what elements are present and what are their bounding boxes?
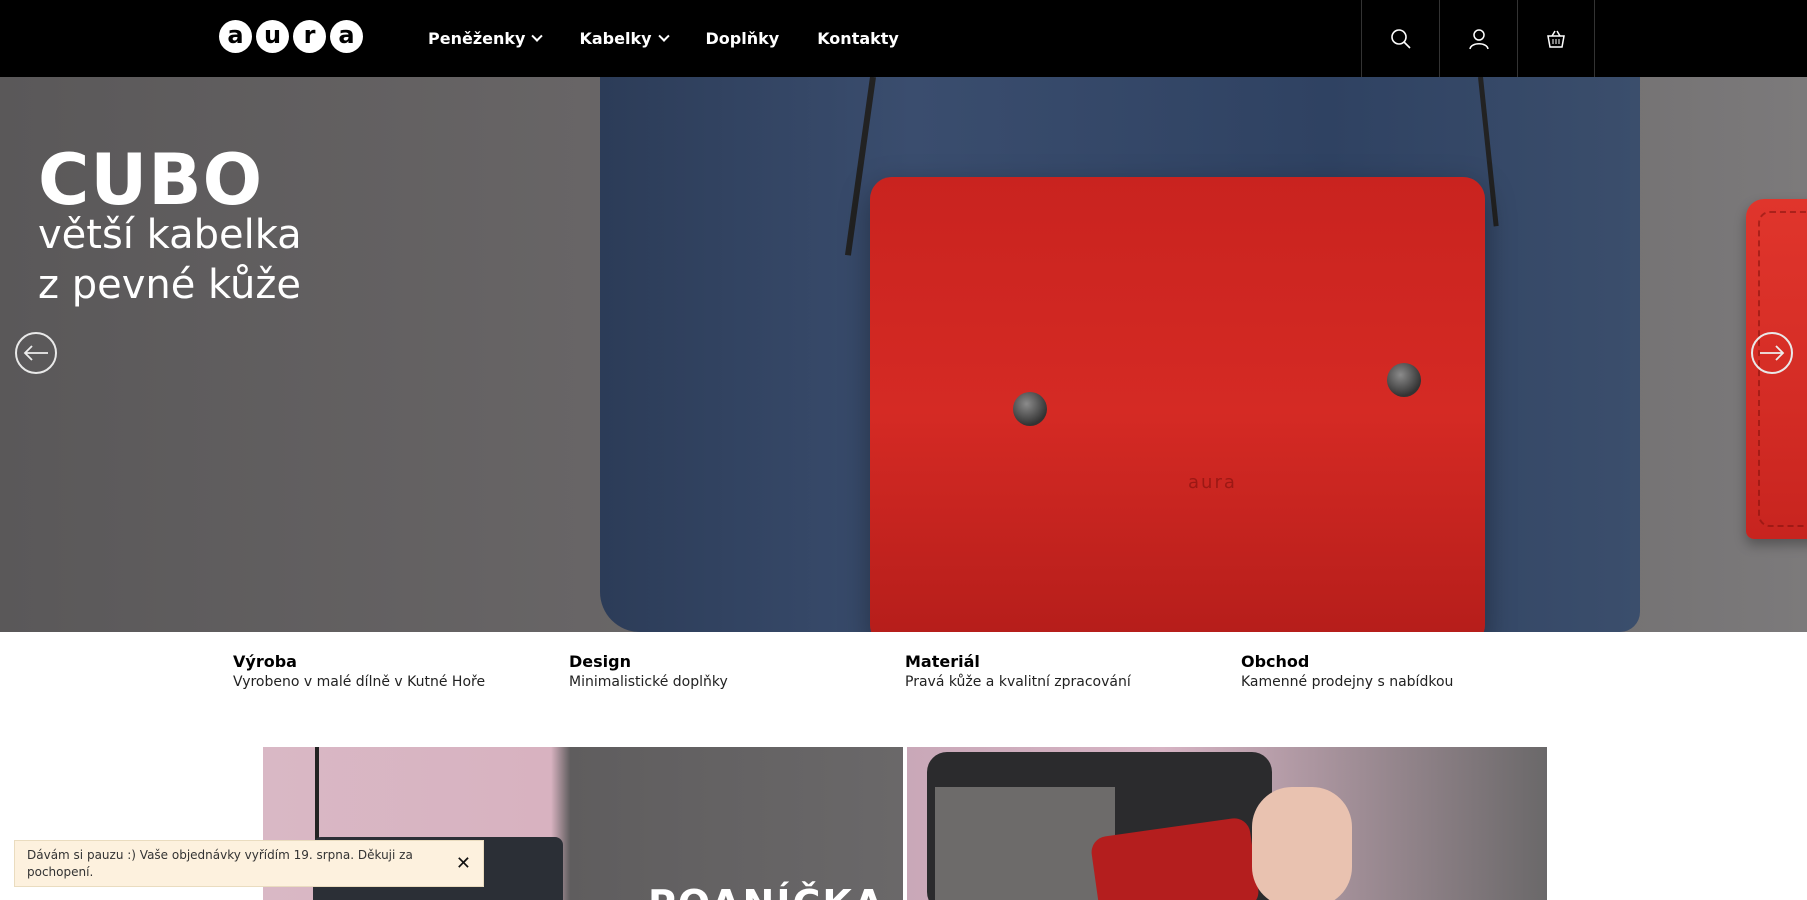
notice-text: Dávám si pauzu :) Vaše objednávky vyřídí… (27, 848, 413, 879)
logo-letter: u (256, 20, 289, 53)
nav-item-kontakty[interactable]: Kontakty (817, 29, 899, 48)
feature-title: Výroba (233, 652, 297, 671)
search-icon (1390, 28, 1411, 49)
feature-text: Kamenné prodejny s nabídkou (1241, 674, 1454, 690)
slider-prev-button[interactable] (15, 332, 57, 374)
chevron-down-icon (531, 30, 544, 42)
hero-subtitle-line: z pevné kůže (38, 262, 301, 308)
feature-item: Design Minimalistické doplňky (569, 652, 905, 690)
chevron-down-icon (657, 30, 670, 42)
hero-slider: aura CUBO větší kabelka z pevné kůže (0, 77, 1807, 632)
basket-icon (1547, 30, 1565, 48)
basket-button[interactable] (1517, 0, 1595, 77)
header-actions (1361, 0, 1595, 77)
feature-text: Pravá kůže a kvalitní zpracování (905, 674, 1131, 690)
hero-bag-image (870, 177, 1807, 632)
bag-strap (315, 747, 319, 842)
brand-logo[interactable]: a u r a (219, 20, 363, 56)
feature-item: Obchod Kamenné prodejny s nabídkou (1241, 652, 1577, 690)
tile-title: POANÍČKA (648, 882, 885, 900)
close-icon[interactable]: ✕ (456, 853, 471, 874)
feature-item: Výroba Vyrobeno v malé dílně v Kutné Hoř… (233, 652, 569, 690)
tile-wallet-lining (935, 787, 1115, 900)
feature-title: Design (569, 652, 631, 671)
hero-subtitle-line: větší kabelka (38, 212, 302, 258)
site-header: a u r a Peněženky Kabelky Doplňky Kontak… (0, 0, 1807, 77)
arrow-left-icon (23, 345, 48, 361)
slider-next-button[interactable] (1751, 332, 1793, 374)
feature-title: Obchod (1241, 652, 1310, 671)
hero-title: CUBO (38, 139, 264, 221)
bag-stud (1013, 392, 1047, 426)
nav-item-doplnky[interactable]: Doplňky (706, 29, 780, 48)
category-tile-penezenky[interactable] (907, 747, 1547, 900)
feature-text: Minimalistické doplňky (569, 674, 728, 690)
logo-letter: a (330, 20, 363, 53)
tile-hand (1252, 787, 1352, 900)
logo-letter: r (293, 20, 326, 53)
arrow-right-icon (1760, 345, 1785, 361)
features-row: Výroba Vyrobeno v malé dílně v Kutné Hoř… (233, 652, 1593, 690)
nav-item-penezenky[interactable]: Peněženky (428, 29, 544, 48)
search-button[interactable] (1361, 0, 1439, 77)
account-button[interactable] (1439, 0, 1517, 77)
logo-letter: a (219, 20, 252, 53)
bag-logo: aura (1188, 472, 1237, 493)
bag-stud (1387, 363, 1421, 397)
nav-item-label: Doplňky (705, 29, 780, 48)
nav-item-label: Peněženky (428, 29, 526, 48)
feature-text: Vyrobeno v malé dílně v Kutné Hoře (233, 674, 486, 690)
nav-item-label: Kabelky (579, 29, 652, 48)
feature-title: Materiál (905, 652, 980, 671)
nav-item-kabelky[interactable]: Kabelky (579, 29, 670, 48)
vacation-notice: Dávám si pauzu :) Vaše objednávky vyřídí… (14, 840, 484, 887)
nav-item-label: Kontakty (817, 29, 899, 48)
main-nav: Peněženky Kabelky Doplňky Kontakty (428, 0, 899, 77)
feature-item: Materiál Pravá kůže a kvalitní zpracován… (905, 652, 1241, 690)
hero-subtitle: větší kabelka z pevné kůže (38, 210, 438, 310)
user-icon (1468, 28, 1489, 49)
